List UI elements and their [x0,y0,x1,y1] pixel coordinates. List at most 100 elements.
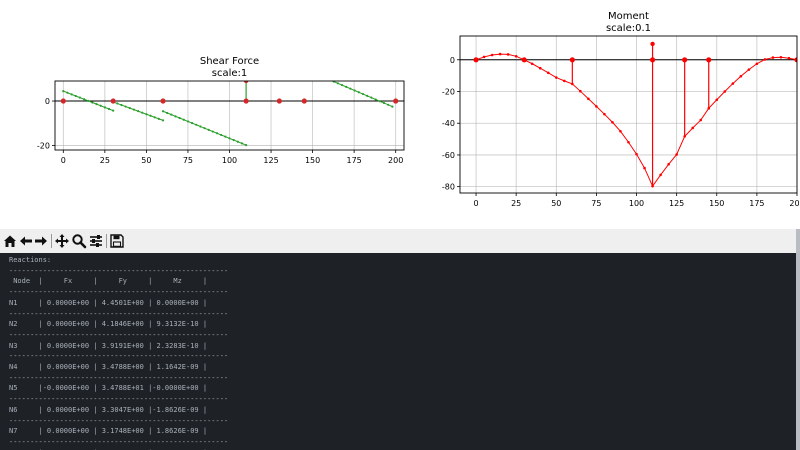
node-marker [110,98,116,104]
x-tick-label: 125 [669,199,684,208]
data-point [787,56,791,60]
data-point [699,118,703,122]
data-point [161,110,165,113]
moment-chart: Momentscale:0.1 0 25 50 75 100 125 150 175 200 0 -2… [442,11,800,208]
forward-arrow-icon[interactable] [33,233,49,249]
node-marker [243,98,249,104]
data-point [587,97,590,101]
data-point [278,62,280,64]
data-point [303,72,305,74]
data-point [107,107,111,111]
data-point [199,125,202,128]
chart-subtitle: scale:1 [212,68,248,79]
y-tick-label: -20 [442,88,455,97]
data-point [274,70,276,72]
data-point [324,77,326,79]
data-point [303,68,305,70]
zoom-icon[interactable] [71,233,87,249]
data-point [675,153,678,156]
data-point [498,52,502,56]
data-point [186,120,190,123]
data-point [627,140,630,144]
data-point [320,75,322,77]
terminal-line: N6 | 0.0000E+00 | 3.3047E+00 |-1.8626E-0… [9,405,208,414]
data-point [366,94,369,97]
data-point [291,67,293,69]
x-tick-label: 150 [305,156,320,165]
plot-canvas: Shear Force scale:1 0 25 50 75 100 125 150 175 200… [0,0,800,229]
data-point [747,68,751,71]
configure-subplots-icon[interactable] [88,233,104,249]
data-point [349,87,352,90]
data-point [357,91,360,94]
save-icon[interactable] [109,233,125,249]
x-tick-label: 75 [591,199,601,208]
data-point [603,112,606,116]
terminal-line: N1 | 0.0000E+00 | 4.4501E+00 | 0.0000E+0… [9,298,208,307]
data-point [563,79,566,83]
data-point [779,55,783,59]
data-point [336,82,339,85]
data-point [153,116,156,119]
tip-marker [650,41,655,47]
y-tick-label: 0 [45,97,50,106]
data-point [340,84,344,87]
node-marker [569,57,575,63]
data-point [224,135,227,138]
data-point [78,96,82,99]
x-tick-label: 50 [141,156,151,165]
data-point [374,98,377,101]
data-point [328,79,330,81]
y-tick-label: -80 [442,183,455,192]
x-tick-label: 150 [709,199,724,208]
reactions-table: Reactions: ------------------------------… [0,253,796,450]
data-point [482,55,486,59]
data-point [211,130,214,133]
scrollbar[interactable] [796,229,800,450]
data-point [240,142,244,145]
node-marker [682,57,688,63]
terminal-line: N2 | 0.0000E+00 | 4.1846E+00 | 9.3132E-1… [9,320,208,329]
chart-title: Shear Force [200,56,259,67]
x-tick-label: 0 [61,156,66,165]
data-point [391,105,394,108]
data-point [87,99,90,102]
back-arrow-icon[interactable] [18,233,34,249]
terminal-line: N7 | 0.0000E+00 | 3.1748E+00 | 1.8626E-0… [9,427,208,436]
node-marker [521,57,527,63]
data-point [116,102,119,105]
data-point [220,133,223,137]
data-point [361,92,365,96]
data-point [611,120,614,124]
chart-title: Moment [608,11,649,22]
data-point [723,90,727,93]
data-point [62,90,65,93]
terminal-line: ----------------------------------------… [9,395,229,404]
data-point [299,70,301,72]
terminal-line: ----------------------------------------… [9,437,229,446]
terminal-line: N5 |-0.0000E+00 | 3.4788E+01 |-0.0000E+0… [9,384,208,393]
data-point [659,173,662,177]
x-tick-label: 175 [347,156,362,165]
toolbar-separator [51,234,52,248]
x-tick-label: 200 [789,199,800,208]
pan-icon[interactable] [54,233,70,249]
data-point [157,117,160,120]
data-point [731,82,735,85]
home-icon[interactable] [2,233,18,249]
x-tick-label: 200 [388,156,403,165]
data-point [755,62,759,66]
terminal-line: Reactions: [9,256,52,264]
terminal-line: ----------------------------------------… [9,416,229,425]
terminal-line: N4 | 0.0000E+00 | 3.4788E+00 | 1.1642E-0… [9,363,208,372]
x-tick-label: 100 [222,156,237,165]
data-point [382,101,386,105]
data-point [136,110,140,113]
node-marker [276,98,282,104]
node-marker [649,57,656,63]
data-point [149,114,152,117]
data-point [763,58,767,61]
data-point [691,126,694,130]
data-point [282,63,284,65]
x-tick-label: 50 [551,199,561,208]
